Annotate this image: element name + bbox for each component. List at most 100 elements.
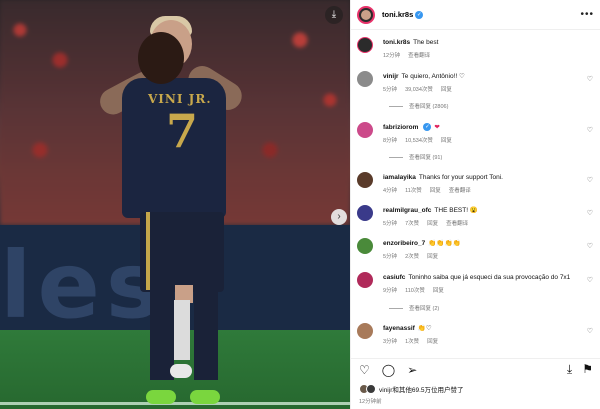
jersey-number: 7 (166, 104, 199, 158)
heart-icon[interactable]: ♡ (587, 209, 593, 217)
translate-link[interactable]: 查看翻译 (408, 53, 430, 59)
comment-meta: 5分钟 39,034次赞 回复 (383, 85, 460, 93)
caption-username[interactable]: toni.kr8s (383, 39, 410, 46)
pitch-line (0, 402, 350, 405)
likes-summary[interactable]: vinijr和其他69.5万位用户赞了 (359, 384, 464, 394)
more-horizontal-icon[interactable]: ••• (580, 9, 594, 20)
share-icon[interactable]: ➢ (407, 363, 417, 377)
post-side-panel: toni.kr8s ✓ ••• toni.kr8s The best 12分钟 查看… (350, 0, 600, 409)
comment-username[interactable]: enzoribeiro_7 (383, 240, 425, 247)
replies-label[interactable]: 查看回复 (2) (409, 306, 439, 312)
heart-icon[interactable]: ♡ (359, 363, 370, 377)
comment-time: 8分钟 (383, 138, 398, 144)
comment-time: 5分钟 (383, 87, 398, 93)
bookmark-icon[interactable]: ⚑ (582, 362, 593, 377)
verified-badge-icon: ✓ (415, 10, 424, 19)
replies-label[interactable]: 查看回复 (91) (409, 155, 442, 161)
comments-list[interactable]: toni.kr8s The best 12分钟 查看翻译 vinijr Te quie… (351, 31, 600, 358)
avatar (366, 384, 376, 394)
post-caption: toni.kr8s The best 12分钟 查看翻译 (357, 37, 595, 63)
comment-text: realmilgrau_ofc THE BEST! 😮 (383, 206, 583, 215)
comment-item: realmilgrau_ofc THE BEST! 😮 5分钟 7次赞 回复 查看翻译 … (357, 205, 595, 231)
comment-text: enzoribeiro_7 👏👏👏👏 (383, 239, 583, 248)
comment-likes[interactable]: 7次赞 (405, 221, 419, 227)
comment-icon[interactable]: ◯ (382, 363, 395, 377)
comment-likes[interactable]: 1次赞 (405, 339, 419, 345)
avatar[interactable] (357, 272, 373, 288)
comment-likes[interactable]: 11次赞 (405, 188, 422, 194)
avatar[interactable] (357, 37, 373, 53)
heart-icon[interactable]: ♡ (587, 242, 593, 250)
comment-body: THE BEST! 😮 (434, 207, 478, 214)
reply-link[interactable]: 回复 (441, 87, 452, 93)
comment-likes[interactable]: 2次赞 (405, 254, 419, 260)
comment-item: fabriziorom ✓ ❤ 8分钟 10,534次赞 回复 ♡ 查看回复 (91) (357, 122, 595, 172)
comment-likes[interactable]: 110次赞 (405, 288, 425, 294)
avatar[interactable] (357, 122, 373, 138)
comment-meta: 3分钟 1次赞 回复 (383, 337, 446, 345)
comment-username[interactable]: vinijr (383, 73, 399, 80)
comment-time: 5分钟 (383, 221, 398, 227)
comment-item: casiufc Toninho saiba que já esqueci da s… (357, 272, 595, 320)
comment-time: 3分钟 (383, 339, 398, 345)
player-leg (194, 290, 218, 380)
chevron-right-icon[interactable]: › (331, 209, 347, 225)
translate-link[interactable]: 查看翻译 (449, 188, 471, 194)
comment-item: iamalayika Thanks for your support Toni. … (357, 172, 595, 198)
comment-body: Toninho saiba que já esqueci da sua prov… (408, 274, 571, 281)
post-media[interactable]: les VINI JR. 7 ⤓ › (0, 0, 350, 409)
download-icon[interactable]: ⤓ (325, 6, 343, 24)
reply-link[interactable]: 回复 (427, 339, 438, 345)
avatar[interactable] (357, 323, 373, 339)
download-icon[interactable]: ⤓ (567, 362, 572, 377)
comment-username[interactable]: fabriziorom (383, 124, 418, 131)
player-sock (172, 300, 190, 360)
heart-icon[interactable]: ♡ (587, 276, 593, 284)
reply-link[interactable]: 回复 (430, 188, 441, 194)
reply-link[interactable]: 回复 (433, 288, 444, 294)
comment-item: fayenassif 👏♡ 3分钟 1次赞 回复 ♡ (357, 323, 595, 349)
post-time: 12分钟前 (359, 399, 382, 405)
comment-body: 👏♡ (417, 325, 432, 332)
comment-meta: 4分钟 11次赞 回复 查看翻译 (383, 186, 479, 194)
comment-text: fayenassif 👏♡ (383, 324, 583, 333)
replies-line (389, 157, 403, 159)
action-bar-right: ⤓ ⚑ (557, 362, 593, 377)
heart-icon[interactable]: ♡ (587, 126, 593, 134)
player-boot (190, 390, 220, 404)
comment-username[interactable]: casiufc (383, 274, 405, 281)
avatar[interactable] (357, 71, 373, 87)
action-bar: ♡ ◯ ➢ ⤓ ⚑ (351, 358, 600, 380)
avatar[interactable] (357, 205, 373, 221)
comment-body: 👏👏👏👏 (428, 240, 461, 247)
comment-username[interactable]: iamalayika (383, 174, 416, 181)
avatar[interactable] (357, 172, 373, 188)
view-replies[interactable]: 查看回复 (91) (389, 153, 442, 161)
heart-icon[interactable]: ♡ (587, 327, 593, 335)
replies-line (389, 308, 403, 310)
replies-line (389, 106, 403, 108)
heart-icon[interactable]: ♡ (587, 75, 593, 83)
avatar-image (361, 9, 371, 20)
post-username[interactable]: toni.kr8s (382, 10, 413, 19)
heart-icon[interactable]: ♡ (587, 176, 593, 184)
view-replies[interactable]: 查看回复 (2) (389, 304, 439, 312)
player-head (138, 32, 184, 84)
reply-link[interactable]: 回复 (441, 138, 452, 144)
likes-text[interactable]: vinijr和其他69.5万位用户赞了 (379, 384, 464, 394)
comment-time: 9分钟 (383, 288, 398, 294)
avatar[interactable] (357, 5, 375, 24)
comment-text: iamalayika Thanks for your support Toni. (383, 173, 583, 182)
comment-username[interactable]: fayenassif (383, 325, 415, 332)
reply-link[interactable]: 回复 (427, 254, 438, 260)
view-replies[interactable]: 查看回复 (2806) (389, 102, 448, 110)
comment-likes[interactable]: 39,034次赞 (405, 87, 433, 93)
comment-meta: 9分钟 110次赞 回复 (383, 286, 452, 294)
avatar[interactable] (357, 238, 373, 254)
comment-username[interactable]: realmilgrau_ofc (383, 207, 431, 214)
comment-meta: 5分钟 7次赞 回复 查看翻译 (383, 219, 476, 227)
comment-likes[interactable]: 10,534次赞 (405, 138, 433, 144)
reply-link[interactable]: 回复 (427, 221, 438, 227)
translate-link[interactable]: 查看翻译 (446, 221, 468, 227)
replies-label[interactable]: 查看回复 (2806) (409, 104, 448, 110)
